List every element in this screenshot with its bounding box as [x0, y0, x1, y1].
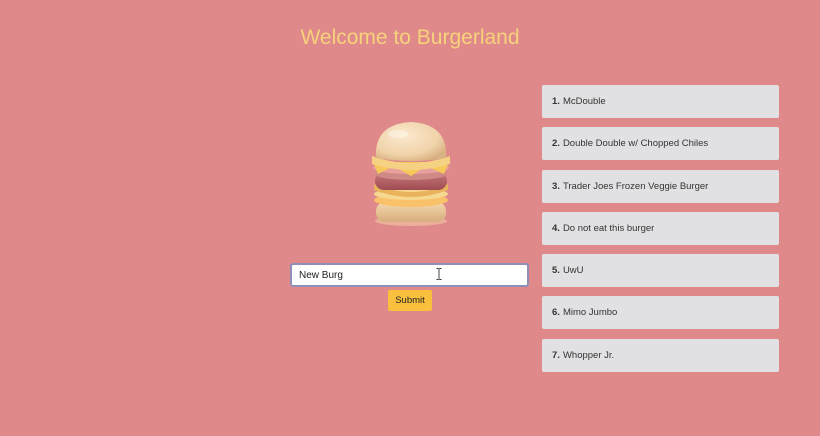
list-item-number: 2.: [552, 138, 560, 150]
list-item-name: Double Double w/ Chopped Chiles: [562, 138, 709, 150]
submit-button[interactable]: Submit: [388, 290, 432, 311]
list-item-number: 3.: [552, 180, 560, 192]
page-title: Welcome to Burgerland: [300, 26, 520, 49]
burger-icon: [372, 122, 450, 226]
list-item[interactable]: 4. Do not eat this burger: [542, 211, 779, 245]
list-item-name: Whopper Jr.: [562, 349, 615, 361]
list-item-name: McDouble: [562, 96, 606, 107]
list-item-number: 6.: [552, 307, 560, 319]
list-item-name: Trader Joes Frozen Veggie Burger: [562, 180, 709, 192]
list-item-number: 5.: [552, 265, 560, 277]
list-item[interactable]: 6. Mimo Jumbo: [542, 296, 779, 330]
burger-name-input-wrapper: [290, 263, 529, 287]
list-item[interactable]: 2. Double Double w/ Chopped Chiles: [542, 127, 779, 161]
list-item-name: UwU: [562, 265, 584, 277]
list-item-number: 1.: [552, 96, 560, 107]
list-item-name: Mimo Jumbo: [562, 307, 618, 319]
list-item[interactable]: 1. McDouble: [542, 85, 779, 118]
burger-name-input[interactable]: [292, 265, 527, 286]
burger-list: 1. McDouble 2. Double Double w/ Chopped …: [542, 85, 779, 381]
text-cursor-icon: [436, 268, 442, 280]
list-item[interactable]: 7. Whopper Jr.: [542, 338, 779, 372]
list-item[interactable]: 5. UwU: [542, 254, 779, 288]
list-item-number: 7.: [552, 349, 560, 361]
list-item-name: Do not eat this burger: [562, 222, 655, 234]
list-item-number: 4.: [552, 222, 560, 234]
list-item[interactable]: 3. Trader Joes Frozen Veggie Burger: [542, 169, 779, 203]
